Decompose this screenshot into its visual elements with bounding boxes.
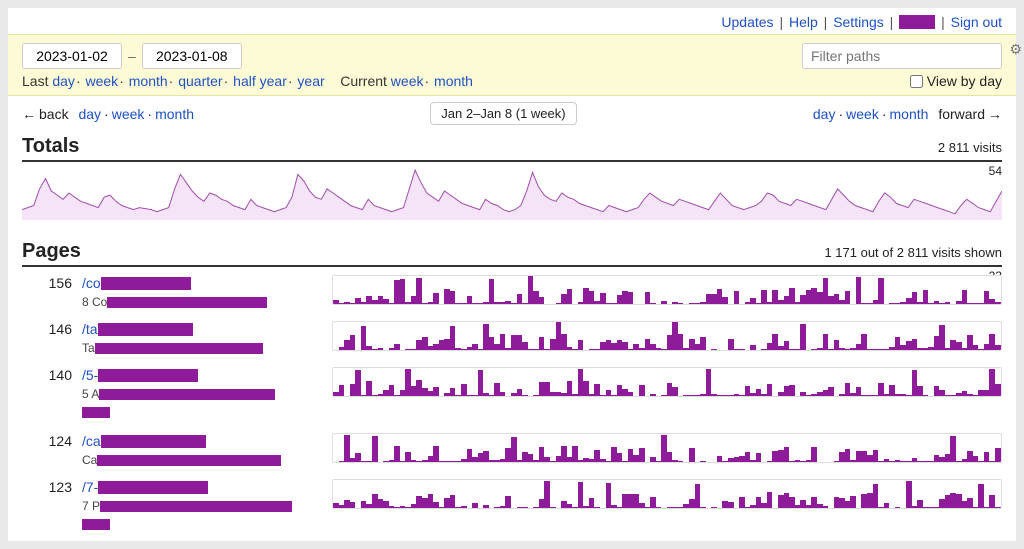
- sep: |: [888, 14, 896, 30]
- fwd-day-link[interactable]: day: [813, 106, 836, 122]
- redacted-text: [95, 343, 263, 354]
- page-row: 123/7- 7 P: [22, 475, 1002, 541]
- redacted-text: [98, 369, 198, 382]
- redacted-text: [99, 389, 275, 400]
- totals-chart: 54: [22, 164, 1002, 220]
- last-quarter-link[interactable]: quarter: [178, 73, 222, 89]
- filter-paths-input[interactable]: [802, 43, 1002, 69]
- redacted-text: [98, 481, 208, 494]
- redacted-text: [82, 407, 110, 418]
- forward-label: forward: [938, 106, 985, 122]
- current-week-link[interactable]: week: [391, 73, 424, 89]
- page-row: 124/ca Ca: [22, 429, 1002, 475]
- page-path-link[interactable]: /ta: [82, 321, 98, 337]
- page-count: 124: [22, 433, 72, 449]
- totals-summary: 2 811 visits: [938, 140, 1002, 155]
- page-path-link[interactable]: /7-: [82, 479, 98, 495]
- date-from-input[interactable]: [22, 43, 122, 69]
- pages-summary: 1 171 out of 2 811 visits shown: [824, 245, 1002, 260]
- redacted-text: [100, 501, 292, 512]
- gear-icon[interactable]: ⚙: [1009, 41, 1022, 58]
- settings-link[interactable]: Settings: [833, 14, 884, 30]
- redacted-text: [98, 323, 193, 336]
- last-label: Last: [22, 73, 48, 89]
- last-halfyear-link[interactable]: half year: [233, 73, 287, 89]
- back-day-link[interactable]: day: [78, 106, 101, 122]
- page-path[interactable]: /5-: [82, 367, 322, 383]
- date-to-input[interactable]: [142, 43, 242, 69]
- page-path-link[interactable]: /5-: [82, 367, 98, 383]
- page-count: 123: [22, 479, 72, 495]
- last-week-link[interactable]: week: [86, 73, 119, 89]
- view-by-day-checkbox[interactable]: [910, 75, 923, 88]
- page-subtitle: 7 P: [82, 499, 322, 513]
- signout-link[interactable]: Sign out: [951, 14, 1002, 30]
- page-row: 146/ta Ta: [22, 317, 1002, 363]
- totals-ymax: 54: [989, 164, 1002, 178]
- page-subtitle: Ca: [82, 453, 322, 467]
- page-count: 140: [22, 367, 72, 383]
- back-label: back: [39, 106, 69, 122]
- back-arrow-icon[interactable]: ←: [22, 106, 36, 122]
- page-path[interactable]: /7-: [82, 479, 322, 495]
- page-row: 156/co 8 Co: [22, 271, 1002, 317]
- page-count: 146: [22, 321, 72, 337]
- page-sparkline: [332, 367, 1002, 397]
- sep: |: [822, 14, 830, 30]
- page-path-link[interactable]: /ca: [82, 433, 101, 449]
- page-subtitle: 5 A: [82, 387, 322, 401]
- last-year-link[interactable]: year: [297, 73, 324, 89]
- help-link[interactable]: Help: [789, 14, 818, 30]
- current-month-link[interactable]: month: [434, 73, 473, 89]
- current-label: Current: [340, 73, 387, 89]
- page-row: 140/5- 5 A: [22, 363, 1002, 429]
- last-month-link[interactable]: month: [129, 73, 168, 89]
- page-path-link[interactable]: /co: [82, 275, 101, 291]
- page-count: 156: [22, 275, 72, 291]
- updates-link[interactable]: Updates: [721, 14, 773, 30]
- pages-heading: Pages 1 171 out of 2 811 visits shown: [22, 240, 1002, 267]
- page-subtitle: Ta: [82, 341, 322, 355]
- page-sparkline: [332, 321, 1002, 351]
- page-sparkline: [332, 433, 1002, 463]
- user-name-redacted: [899, 15, 935, 29]
- forward-arrow-icon[interactable]: →: [988, 106, 1002, 122]
- page-sparkline: [332, 275, 1002, 305]
- page-path[interactable]: /ca: [82, 433, 322, 449]
- date-range-pill: Jan 2–Jan 8 (1 week): [430, 102, 576, 125]
- redacted-text: [82, 519, 110, 530]
- sep: |: [777, 14, 785, 30]
- back-month-link[interactable]: month: [155, 106, 194, 122]
- page-sparkline: [332, 479, 1002, 509]
- fwd-week-link[interactable]: week: [846, 106, 879, 122]
- page-path[interactable]: /ta: [82, 321, 322, 337]
- redacted-text: [101, 277, 191, 290]
- page-path[interactable]: /co: [82, 275, 322, 291]
- redacted-text: [107, 297, 267, 308]
- date-range-dash: –: [128, 48, 136, 64]
- redacted-text: [101, 435, 206, 448]
- page-subtitle: 8 Co: [82, 295, 322, 309]
- view-by-day-label[interactable]: View by day: [910, 73, 1002, 89]
- last-day-link[interactable]: day: [52, 73, 75, 89]
- sep: |: [939, 14, 947, 30]
- totals-heading: Totals 2 811 visits: [22, 135, 1002, 162]
- back-week-link[interactable]: week: [112, 106, 145, 122]
- redacted-text: [97, 455, 281, 466]
- fwd-month-link[interactable]: month: [890, 106, 929, 122]
